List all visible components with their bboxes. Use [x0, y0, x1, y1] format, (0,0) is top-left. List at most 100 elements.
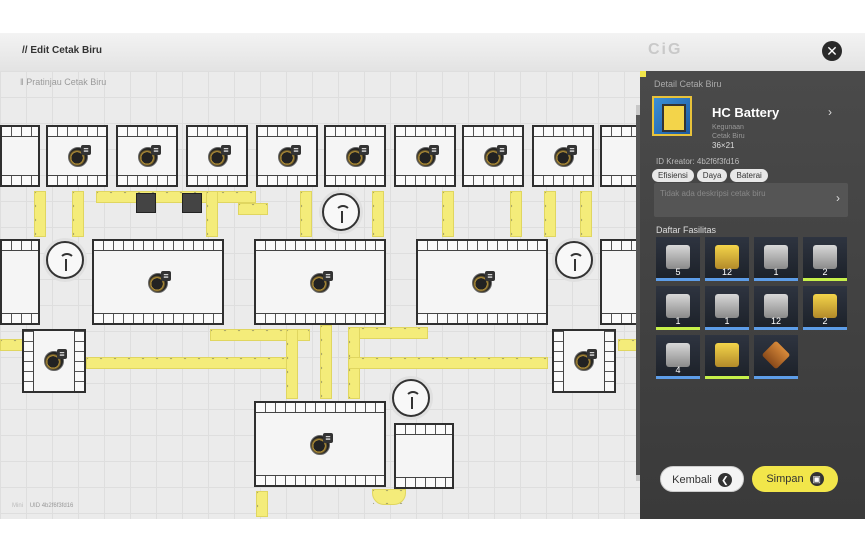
battery-icon [484, 145, 507, 167]
facility-block[interactable] [552, 329, 616, 393]
chevron-right-icon[interactable]: › [828, 105, 832, 119]
tag-power: Daya [696, 169, 728, 182]
conveyor-belt [348, 327, 428, 339]
status-footer: Mini UID 4b2f6f3fd16 [12, 503, 73, 509]
facility-block[interactable] [186, 125, 248, 187]
battery-icon [278, 145, 301, 167]
conveyor-belt [72, 191, 84, 237]
conveyor-belt [618, 339, 638, 351]
blueprint-subtitle: Kegunaan Cetak Biru [712, 124, 745, 140]
facility-icon [761, 340, 791, 370]
power-pylon-icon[interactable] [322, 193, 360, 231]
facility-block[interactable] [324, 125, 386, 187]
facility-tile[interactable]: 1 [754, 237, 798, 281]
facility-block[interactable] [92, 239, 224, 325]
facility-block[interactable] [254, 401, 386, 487]
top-bar: // Edit Cetak Biru CiG ✕ [0, 33, 865, 71]
power-pylon-icon[interactable] [392, 379, 430, 417]
battery-icon [554, 145, 577, 167]
conveyor-belt [442, 191, 454, 237]
detail-section-label: Detail Cetak Biru [654, 79, 722, 89]
back-button[interactable]: Kembali ❮ [660, 466, 744, 492]
facility-icon [715, 294, 739, 318]
description-placeholder: Tidak ada deskripsi cetak biru [660, 189, 766, 198]
facility-block[interactable] [532, 125, 594, 187]
facility-block[interactable] [416, 239, 548, 325]
facility-block[interactable] [46, 125, 108, 187]
facility-tile[interactable]: 12 [705, 237, 749, 281]
facility-icon [666, 343, 690, 367]
facility-tile[interactable]: 4 [656, 335, 700, 379]
facility-icon [715, 245, 739, 269]
battery-icon [44, 349, 67, 371]
facility-tile[interactable]: 1 [656, 286, 700, 330]
belt-merger[interactable] [136, 193, 156, 213]
tag-battery: Baterai [730, 169, 768, 182]
page-title: // Edit Cetak Biru [22, 45, 103, 56]
facility-block[interactable] [0, 125, 40, 187]
facility-tile[interactable]: 1 [705, 286, 749, 330]
battery-icon [574, 349, 597, 371]
conveyor-belt [34, 191, 46, 237]
arrow-left-icon: ❮ [717, 473, 732, 488]
facility-block[interactable] [116, 125, 178, 187]
conveyor-belt [320, 325, 332, 399]
belt-merger[interactable] [182, 193, 202, 213]
status-text: Mini [12, 503, 24, 509]
conveyor-belt [86, 357, 296, 369]
facility-block[interactable] [394, 125, 456, 187]
facility-tile[interactable]: 5 [656, 237, 700, 281]
tag-list: Efisiensi Daya Baterai [652, 169, 768, 182]
facility-tile[interactable]: 2 [803, 237, 847, 281]
power-pylon-icon[interactable] [555, 241, 593, 279]
conveyor-belt [256, 491, 268, 517]
facility-list: 5 12 1 2 1 1 12 2 4 [656, 237, 856, 379]
save-button[interactable]: Simpan ▣ [752, 466, 838, 492]
save-label: Simpan [766, 473, 804, 485]
description-field[interactable]: Tidak ada deskripsi cetak biru › [654, 183, 848, 217]
facility-icon [715, 343, 739, 367]
battery-icon [472, 271, 495, 293]
preview-label: ‖ Pratinjau Cetak Biru [20, 77, 107, 87]
facility-tile[interactable] [705, 335, 749, 379]
conveyor-belt [286, 329, 298, 399]
conveyor-belt [544, 191, 556, 237]
tag-efficiency: Efisiensi [652, 169, 694, 182]
battery-icon [346, 145, 369, 167]
close-button[interactable]: ✕ [822, 41, 842, 61]
facility-icon [666, 245, 690, 269]
blueprint-size: 36×21 [712, 141, 735, 150]
blueprint-thumbnail [652, 96, 692, 136]
creator-id: ID Kreator: 4b2f6f3fd16 [656, 157, 740, 166]
battery-icon [310, 271, 333, 293]
game-screen: // Edit Cetak Biru CiG ✕ ‖ Pratinjau Cet… [0, 33, 865, 519]
facility-block[interactable] [256, 125, 318, 187]
blueprint-detail-panel: Detail Cetak Biru HC Battery › Kegunaan … [640, 71, 865, 519]
chevron-right-icon: › [836, 191, 840, 205]
facility-tile[interactable]: 12 [754, 286, 798, 330]
power-pylon-icon[interactable] [46, 241, 84, 279]
game-logo: CiG [648, 41, 683, 58]
facility-block[interactable] [394, 423, 454, 489]
blueprint-preview-canvas[interactable]: ‖ Pratinjau Cetak Biru [0, 71, 640, 519]
facility-icon [813, 294, 837, 318]
uid-text: UID 4b2f6f3fd16 [29, 503, 74, 509]
close-icon: ✕ [826, 43, 838, 59]
battery-icon [148, 271, 171, 293]
blueprint-name[interactable]: HC Battery [712, 105, 779, 120]
facility-block[interactable] [254, 239, 386, 325]
save-icon: ▣ [809, 472, 824, 487]
conveyor-belt [0, 339, 24, 351]
facility-icon [764, 245, 788, 269]
facility-tile[interactable] [754, 335, 798, 379]
core-icon [310, 433, 333, 455]
battery-icon [416, 145, 439, 167]
facility-block[interactable] [600, 239, 640, 325]
facility-block[interactable] [0, 239, 40, 325]
facility-tile[interactable]: 2 [803, 286, 847, 330]
facility-icon [813, 245, 837, 269]
facility-block[interactable] [22, 329, 86, 393]
conveyor-belt [510, 191, 522, 237]
facility-block[interactable] [462, 125, 524, 187]
facility-block[interactable] [600, 125, 640, 187]
